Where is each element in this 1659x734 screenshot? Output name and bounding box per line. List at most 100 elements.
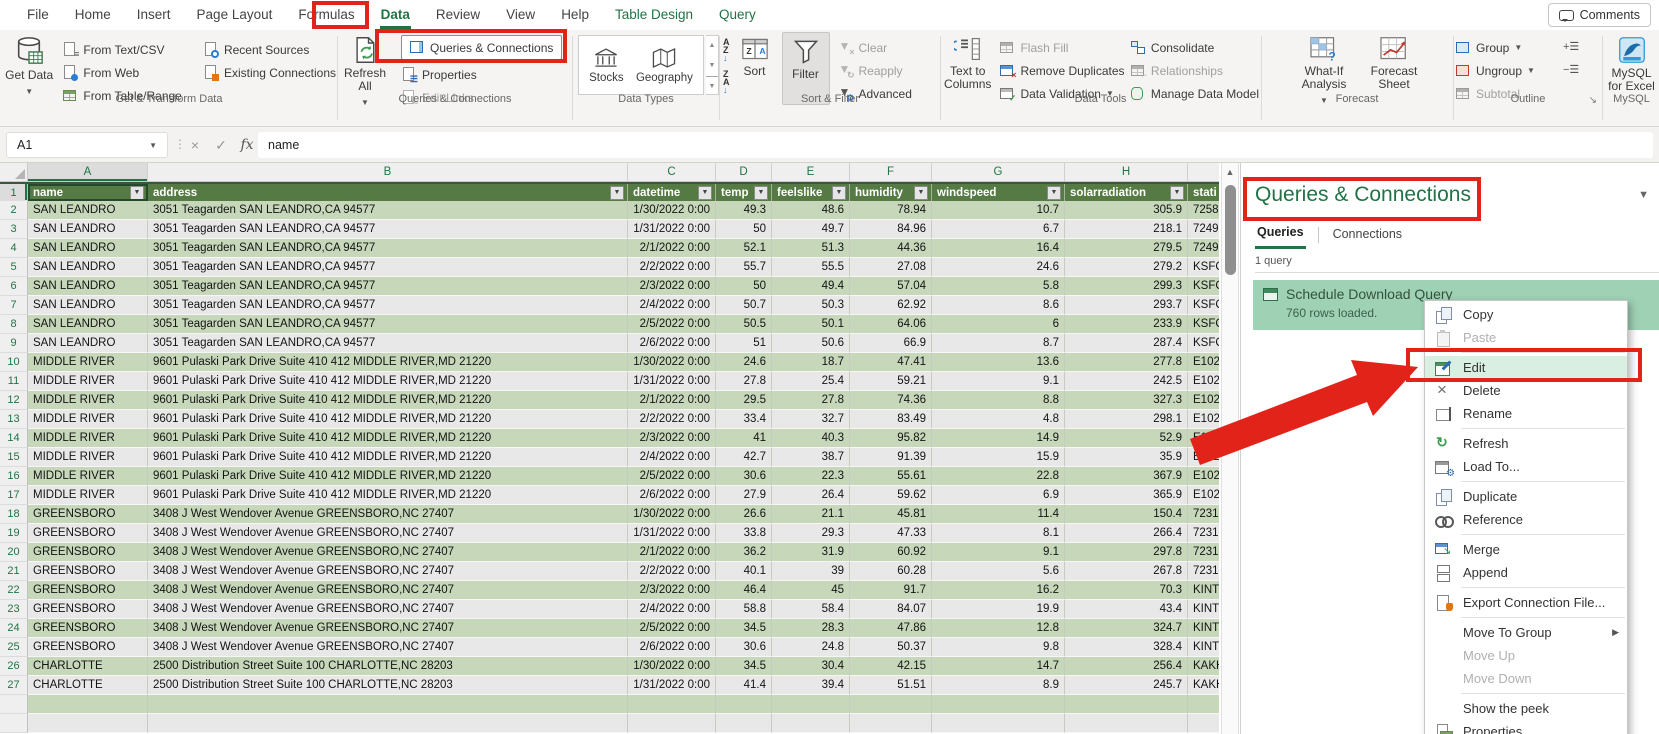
cell[interactable]: 3051 Teagarden SAN LEANDRO,CA 94577 — [148, 315, 628, 334]
cell[interactable]: SAN LEANDRO — [28, 277, 148, 296]
filter-dropdown-icon[interactable]: ▼ — [1170, 186, 1184, 200]
existing-connections-button[interactable]: Existing Connections — [203, 61, 336, 84]
cell[interactable]: 57.04 — [850, 277, 932, 296]
cell[interactable]: 256.4 — [1065, 657, 1188, 676]
cell[interactable]: 42.7 — [716, 448, 772, 467]
cell[interactable]: CHARLOTTE — [28, 657, 148, 676]
row-header-24[interactable]: 24 — [0, 619, 28, 638]
tab-home[interactable]: Home — [62, 0, 124, 30]
from-text-csv-button[interactable]: ≡ From Text/CSV — [62, 38, 203, 61]
cell[interactable]: MIDDLE RIVER — [28, 353, 148, 372]
cell[interactable]: 2/3/2022 0:00 — [628, 277, 716, 296]
cell[interactable]: 7231 — [1188, 562, 1219, 581]
row-header-9[interactable]: 9 — [0, 334, 28, 353]
cell[interactable]: 29.5 — [716, 391, 772, 410]
cell[interactable]: 3408 J West Wendover Avenue GREENSBORO,N… — [148, 581, 628, 600]
header-cell-stati[interactable]: stati — [1188, 184, 1219, 201]
cell[interactable]: 44.36 — [850, 239, 932, 258]
cell[interactable]: E102 — [1188, 410, 1219, 429]
tab-data[interactable]: Data — [368, 0, 423, 30]
cell[interactable]: 49.3 — [716, 201, 772, 220]
stocks-button[interactable]: Stocks — [589, 46, 624, 84]
header-cell-datetime[interactable]: datetime▼ — [628, 184, 716, 201]
cell[interactable]: 2/3/2022 0:00 — [628, 429, 716, 448]
cell[interactable]: 279.2 — [1065, 258, 1188, 277]
cell[interactable]: 3408 J West Wendover Avenue GREENSBORO,N… — [148, 619, 628, 638]
cell[interactable]: MIDDLE RIVER — [28, 429, 148, 448]
cell[interactable]: 7231 — [1188, 505, 1219, 524]
column-header-H[interactable]: H — [1065, 163, 1188, 181]
cell[interactable]: 10.7 — [932, 201, 1065, 220]
cell[interactable]: MIDDLE RIVER — [28, 372, 148, 391]
cell[interactable]: KINT — [1188, 638, 1219, 657]
menu-item-load-to[interactable]: Load To... — [1425, 455, 1627, 478]
cell[interactable]: 2/2/2022 0:00 — [628, 410, 716, 429]
cell[interactable]: 1/30/2022 0:00 — [628, 353, 716, 372]
cell[interactable]: 47.86 — [850, 619, 932, 638]
cell[interactable]: GREENSBORO — [28, 505, 148, 524]
cell[interactable]: 29.3 — [772, 524, 850, 543]
cell[interactable]: 72493 — [1188, 220, 1219, 239]
cell[interactable]: E102 — [1188, 467, 1219, 486]
cell[interactable]: 324.7 — [1065, 619, 1188, 638]
cell[interactable]: 39 — [772, 562, 850, 581]
formula-input[interactable]: name — [258, 132, 1653, 158]
cell[interactable]: 1/30/2022 0:00 — [628, 505, 716, 524]
scroll-up-icon[interactable]: ▲ — [1222, 163, 1238, 177]
cell[interactable]: 3408 J West Wendover Avenue GREENSBORO,N… — [148, 524, 628, 543]
cell[interactable]: 27.8 — [716, 372, 772, 391]
cell[interactable]: CHARLOTTE — [28, 676, 148, 695]
cell[interactable]: GREENSBORO — [28, 543, 148, 562]
cell[interactable]: 2/4/2022 0:00 — [628, 296, 716, 315]
cell[interactable]: 6.7 — [932, 220, 1065, 239]
menu-item-move-to-group[interactable]: Move To Group▶ — [1425, 621, 1627, 644]
cell[interactable]: KAKH — [1188, 657, 1219, 676]
row-header-13[interactable]: 13 — [0, 410, 28, 429]
panel-tab-connections[interactable]: Connections — [1331, 223, 1405, 248]
cell[interactable]: 4.8 — [932, 410, 1065, 429]
cell[interactable]: 1/31/2022 0:00 — [628, 220, 716, 239]
scrollbar-thumb[interactable] — [1225, 185, 1236, 275]
cell[interactable]: 8.8 — [932, 391, 1065, 410]
cell[interactable]: 2/2/2022 0:00 — [628, 562, 716, 581]
cell[interactable]: 45.81 — [850, 505, 932, 524]
filter-dropdown-icon[interactable]: ▼ — [130, 186, 144, 200]
sort-az-button[interactable]: AZ↓ — [723, 38, 730, 62]
cell[interactable]: GREENSBORO — [28, 524, 148, 543]
row-header-21[interactable]: 21 — [0, 562, 28, 581]
consolidate-button[interactable]: Consolidate — [1130, 36, 1259, 59]
cell[interactable]: 5.8 — [932, 277, 1065, 296]
tab-query[interactable]: Query — [706, 0, 769, 30]
cell[interactable]: 3051 Teagarden SAN LEANDRO,CA 94577 — [148, 296, 628, 315]
row-header-3[interactable]: 3 — [0, 220, 28, 239]
cell[interactable]: 2500 Distribution Street Suite 100 CHARL… — [148, 657, 628, 676]
cell[interactable]: E102 — [1188, 448, 1219, 467]
cell[interactable]: 91.7 — [850, 581, 932, 600]
tab-formulas[interactable]: Formulas — [285, 0, 367, 30]
cell[interactable]: 27.9 — [716, 486, 772, 505]
cell[interactable]: KSFC — [1188, 334, 1219, 353]
select-all-corner[interactable] — [0, 163, 28, 181]
cell[interactable]: 47.33 — [850, 524, 932, 543]
remove-duplicates-button[interactable]: × Remove Duplicates — [999, 59, 1129, 82]
column-header-B[interactable]: B — [148, 163, 628, 181]
cell[interactable]: 365.9 — [1065, 486, 1188, 505]
cell[interactable]: MIDDLE RIVER — [28, 486, 148, 505]
cell[interactable]: 3408 J West Wendover Avenue GREENSBORO,N… — [148, 562, 628, 581]
cell[interactable]: 22.3 — [772, 467, 850, 486]
row-header-11[interactable]: 11 — [0, 372, 28, 391]
cell[interactable]: 218.1 — [1065, 220, 1188, 239]
row-header-15[interactable]: 15 — [0, 448, 28, 467]
cell[interactable]: MIDDLE RIVER — [28, 448, 148, 467]
cell[interactable]: 16.2 — [932, 581, 1065, 600]
queries-and-connections-button[interactable]: Queries & Connections — [401, 35, 562, 60]
cell[interactable]: 27.08 — [850, 258, 932, 277]
row-header-2[interactable]: 2 — [0, 201, 28, 220]
cell[interactable]: GREENSBORO — [28, 562, 148, 581]
name-box[interactable]: A1 ▼ — [6, 132, 168, 158]
cell[interactable]: 60.28 — [850, 562, 932, 581]
header-cell-feelslike[interactable]: feelslike▼ — [772, 184, 850, 201]
row-header-10[interactable]: 10 — [0, 353, 28, 372]
cell[interactable]: 2/5/2022 0:00 — [628, 467, 716, 486]
cell[interactable]: 2/5/2022 0:00 — [628, 619, 716, 638]
